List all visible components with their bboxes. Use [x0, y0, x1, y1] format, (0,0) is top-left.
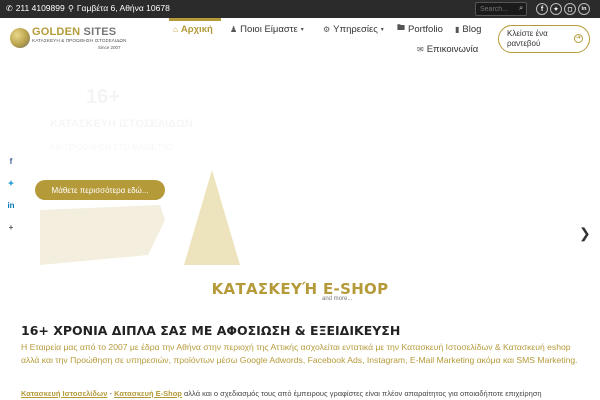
- nav-contact[interactable]: ✉ Επικοινωνία: [417, 42, 478, 56]
- learn-more-button[interactable]: Μάθετε περισσότερα εδώ...: [35, 180, 165, 200]
- logo-since: Since 2007: [98, 45, 121, 50]
- and-more-text: and more...: [322, 296, 353, 302]
- address-text: Γαμβέτα 6, Αθήνα 10678: [76, 3, 170, 13]
- phone-contact[interactable]: ✆ 211 4109899: [6, 3, 65, 13]
- top-bar: ✆ 211 4109899 ⚲ Γαμβέτα 6, Αθήνα 10678 ⌕…: [0, 0, 600, 18]
- home-icon: ⌂: [173, 24, 178, 34]
- location-pin-icon: ⚲: [68, 3, 74, 13]
- folder-icon: 🖿: [397, 23, 405, 32]
- services-paragraph: Κατασκευή Ιστοσελίδων - Κατασκευή E-Shop…: [21, 389, 542, 398]
- globe-logo-icon: [10, 28, 30, 48]
- hero-shape-triangle: [184, 170, 240, 265]
- gear-icon: ⚙: [323, 24, 331, 34]
- nav-portfolio[interactable]: 🖿 Portfolio: [397, 22, 443, 36]
- chevron-down-icon: ▾: [300, 26, 304, 33]
- book-appointment-button[interactable]: Κλείστε ένα ραντεβού ➜: [498, 25, 590, 53]
- web-design-link[interactable]: Κατασκευή Ιστοσελίδων: [21, 389, 107, 398]
- nav-about[interactable]: ♟ Ποιοι Είμαστε ▾: [230, 22, 304, 36]
- share-facebook-icon[interactable]: f: [0, 150, 22, 172]
- logo-tagline: ΚΑΤΑΣΚΕΥΗ & ΠΡΟΩΘΗΣΗ ΙΣΤΟΣΕΛΙΔΩΝ: [32, 39, 127, 44]
- nav-services[interactable]: ⚙ Υπηρεσίες ▾: [323, 22, 384, 36]
- active-nav-indicator: [169, 18, 221, 21]
- site-logo[interactable]: GOLDEN SITES ΚΑΤΑΣΚΕΥΗ & ΠΡΟΩΘΗΣΗ ΙΣΤΟΣΕ…: [10, 26, 138, 54]
- share-twitter-icon[interactable]: ✦: [0, 172, 22, 194]
- intro-paragraph: Η Εταιρεία μας από το 2007 με έδρα την Α…: [21, 342, 578, 365]
- address-contact: ⚲ Γαμβέτα 6, Αθήνα 10678: [68, 3, 170, 13]
- twitter-icon[interactable]: ✦: [550, 3, 562, 15]
- chevron-down-icon: ▾: [380, 26, 384, 33]
- share-linkedin-icon[interactable]: in: [0, 194, 22, 216]
- hero-slider: 16+ ΚΑΤΑΣΚΕΥΗ ΙΣΤΟΣΕΛΙΔΩΝ ΚΑΙ ΠΡΟΩΘΗΣΗ Σ…: [0, 60, 600, 265]
- search-icon[interactable]: ⌕: [519, 3, 523, 13]
- site-header: GOLDEN SITES ΚΑΤΑΣΚΕΥΗ & ΠΡΟΩΘΗΣΗ ΙΣΤΟΣΕ…: [0, 18, 600, 60]
- facebook-icon[interactable]: f: [536, 3, 548, 15]
- section-big-title: ΚΑΤΑΣΚΕΥΉ E-SHOP: [211, 280, 389, 298]
- book-icon: ▮: [455, 24, 460, 34]
- slider-next-icon[interactable]: ❯: [579, 225, 591, 242]
- section-heading: 16+ ΧΡΟΝΙΑ ΔΙΠΛΑ ΣΑΣ ΜΕ ΑΦΟΣΙΩΣΗ & ΕΞΕΙΔ…: [21, 323, 401, 338]
- logo-brand: GOLDEN SITES: [32, 26, 117, 38]
- eshop-link[interactable]: Κατασκευή E-Shop: [114, 389, 182, 398]
- arrow-right-icon: ➜: [574, 34, 583, 43]
- section-title-block: ΚΑΤΑΣΚΕΥΉ E-SHOP and more...: [0, 280, 600, 302]
- share-more-icon[interactable]: +: [0, 216, 22, 238]
- instagram-icon[interactable]: ◻: [564, 3, 576, 15]
- nav-blog[interactable]: ▮ Blog: [455, 22, 481, 36]
- hero-shape-left: [40, 205, 165, 265]
- nav-home[interactable]: ⌂ Αρχική: [173, 22, 213, 36]
- envelope-icon: ✉: [417, 44, 424, 54]
- phone-number: 211 4109899: [15, 3, 65, 13]
- hero-shapes: [40, 170, 240, 265]
- phone-icon: ✆: [6, 3, 13, 13]
- users-icon: ♟: [230, 24, 238, 34]
- linkedin-icon[interactable]: in: [578, 3, 590, 15]
